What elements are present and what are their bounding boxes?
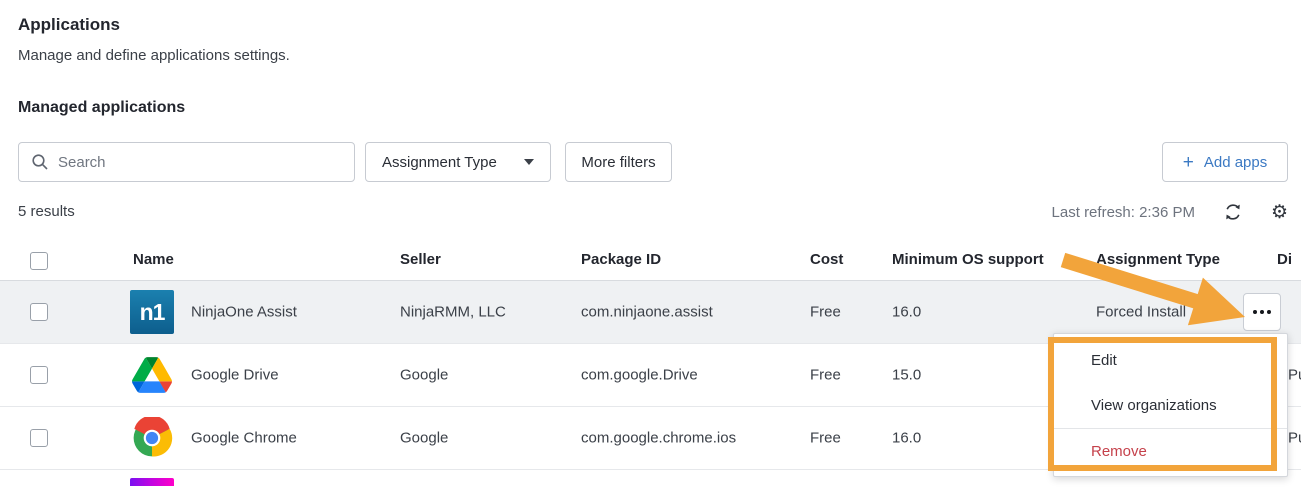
- search-input[interactable]: [58, 153, 328, 171]
- search-icon: [32, 154, 48, 170]
- menu-item-view-organizations[interactable]: View organizations: [1054, 383, 1287, 428]
- column-header-package-id[interactable]: Package ID: [581, 251, 661, 268]
- cell-cost: Free: [810, 303, 841, 321]
- assignment-type-filter-dropdown[interactable]: Assignment Type: [365, 142, 551, 182]
- row-actions-context-menu: Edit View organizations Remove: [1053, 333, 1288, 477]
- chevron-down-icon: [524, 159, 534, 165]
- cell-seller: Google: [400, 366, 449, 384]
- row-checkbox[interactable]: [30, 303, 48, 321]
- cell-name: Google Chrome: [191, 429, 297, 447]
- assignment-type-filter-label: Assignment Type: [382, 153, 497, 171]
- ellipsis-icon: [1260, 310, 1264, 314]
- cell-cost: Free: [810, 429, 841, 447]
- column-header-cost[interactable]: Cost: [810, 251, 843, 268]
- plus-icon: +: [1182, 151, 1194, 173]
- add-apps-label: Add apps: [1203, 153, 1268, 171]
- refresh-area: Last refresh: 2:36 PM ⚙: [1052, 202, 1288, 222]
- cell-assignment-type: Forced Install: [1096, 303, 1187, 321]
- add-apps-button[interactable]: + Add apps: [1162, 142, 1288, 182]
- cell-seller: Google: [400, 429, 449, 447]
- cell-package-id: com.ninjaone.assist: [581, 303, 713, 321]
- cell-package-id: com.google.chrome.ios: [581, 429, 737, 447]
- last-refresh-timestamp: Last refresh: 2:36 PM: [1051, 203, 1195, 221]
- cell-package-id: com.google.Drive: [581, 366, 698, 384]
- cell-min-os: 15.0: [892, 366, 922, 384]
- cell-cost: Free: [810, 366, 841, 384]
- cell-min-os: 16.0: [892, 429, 922, 447]
- ellipsis-icon: [1253, 310, 1257, 314]
- toolbar: Assignment Type More filters + Add apps: [0, 142, 1301, 182]
- ninjaone-app-icon: n1: [130, 290, 174, 334]
- gear-icon: ⚙: [1270, 201, 1288, 223]
- column-header-distribution-clipped[interactable]: Di: [1277, 251, 1292, 268]
- refresh-button[interactable]: [1223, 202, 1243, 222]
- cell-name: Google Drive: [191, 366, 279, 384]
- section-title: Managed applications: [18, 99, 186, 116]
- page-subtitle: Manage and define applications settings.: [18, 47, 290, 64]
- column-header-seller[interactable]: Seller: [400, 251, 441, 268]
- cell-distribution-fragment: Pu: [1288, 429, 1301, 447]
- cell-name: NinjaOne Assist: [191, 303, 297, 321]
- ellipsis-icon: [1267, 310, 1271, 314]
- table-settings-button[interactable]: ⚙: [1271, 203, 1288, 222]
- column-header-assignment-type[interactable]: Assignment Type: [1096, 251, 1220, 268]
- google-drive-icon: [130, 353, 174, 397]
- results-count: 5 results: [18, 203, 75, 220]
- more-filters-button[interactable]: More filters: [565, 142, 672, 182]
- column-header-min-os[interactable]: Minimum OS support: [892, 251, 1044, 268]
- menu-item-edit[interactable]: Edit: [1054, 338, 1287, 383]
- search-box[interactable]: [18, 142, 355, 182]
- row-actions-ellipsis-button[interactable]: [1243, 293, 1281, 331]
- gradient-app-icon-partial: [130, 478, 174, 486]
- select-all-checkbox[interactable]: [30, 252, 48, 270]
- page-title: Applications: [18, 15, 121, 34]
- menu-item-remove[interactable]: Remove: [1054, 429, 1287, 474]
- row-checkbox[interactable]: [30, 429, 48, 447]
- cell-min-os: 16.0: [892, 303, 922, 321]
- cell-distribution-fragment: Pu: [1288, 366, 1301, 384]
- refresh-icon: [1226, 204, 1240, 220]
- row-checkbox[interactable]: [30, 366, 48, 384]
- cell-seller: NinjaRMM, LLC: [400, 303, 506, 321]
- google-chrome-icon: [130, 416, 174, 460]
- applications-page: Applications Manage and define applicati…: [0, 0, 1301, 488]
- column-header-name[interactable]: Name: [133, 251, 174, 268]
- table-header-row: Name Seller Package ID Cost Minimum OS s…: [0, 240, 1301, 281]
